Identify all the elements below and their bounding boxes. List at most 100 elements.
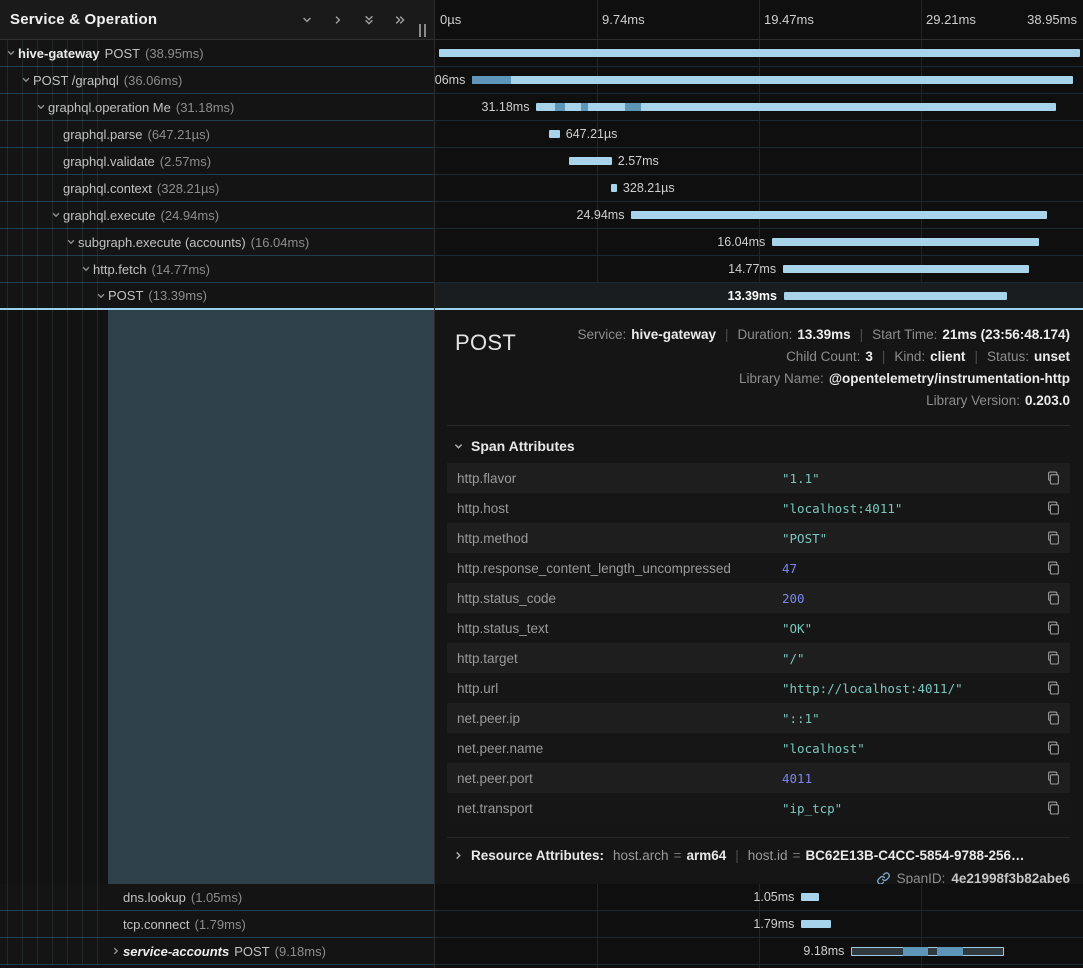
span-bar-segment (903, 947, 927, 956)
span-bar[interactable] (772, 238, 1039, 246)
expand-all-icon[interactable] (394, 14, 406, 26)
span-tree-bottom: dns.lookup (1.05ms) tcp.connect(1.79ms)ser… (0, 884, 434, 965)
detail-span-title: POST (447, 324, 516, 356)
chevron-down-icon[interactable] (34, 102, 48, 112)
divider (447, 425, 1070, 426)
span-bar[interactable] (631, 211, 1047, 219)
resource-attributes-title: Resource Attributes: (471, 848, 604, 863)
copy-icon[interactable] (1042, 771, 1060, 785)
span-bar[interactable] (801, 920, 831, 928)
timeline-tick: 9.74ms (602, 12, 645, 27)
service-name: hive-gateway (18, 46, 100, 61)
timeline-tick: 19.47ms (764, 12, 814, 27)
span-attributes-header[interactable]: Span Attributes (453, 438, 1070, 454)
attribute-value: "http://localhost:4011/" (782, 681, 1042, 696)
chevron-down-icon[interactable] (79, 264, 93, 274)
chevron-down-icon[interactable] (49, 210, 63, 220)
span-tree-row[interactable]: graphql.execute(24.94ms) (0, 202, 434, 229)
span-bar[interactable] (439, 49, 1080, 57)
span-tree-row[interactable]: subgraph.execute (accounts)(16.04ms) (0, 229, 434, 256)
attribute-value: 4011 (782, 771, 1042, 786)
collapse-all-icon[interactable] (363, 14, 375, 26)
attribute-value: "POST" (782, 531, 1042, 546)
span-tree-row[interactable]: graphql.context(328.21µs) (0, 175, 434, 202)
span-tree-row[interactable]: http.fetch(14.77ms) (0, 256, 434, 283)
chevron-right-icon[interactable] (109, 946, 123, 956)
timeline-row[interactable]: 328.21µs (435, 175, 1083, 202)
chevron-down-icon[interactable] (94, 291, 108, 301)
timeline-tick: 29.21ms (926, 12, 976, 27)
bar-duration-label: 9.18ms (803, 938, 844, 964)
span-id-label: SpanID: (897, 871, 946, 884)
copy-icon[interactable] (1042, 621, 1060, 635)
operation-name: dns.lookup (123, 890, 186, 905)
span-tree-row[interactable]: graphql.validate(2.57ms) (0, 148, 434, 175)
span-bar[interactable] (851, 947, 1004, 956)
attribute-key: http.flavor (457, 471, 782, 486)
copy-icon[interactable] (1042, 801, 1060, 815)
selected-span-detail-block (108, 310, 434, 884)
span-bar[interactable] (801, 893, 818, 901)
copy-icon[interactable] (1042, 561, 1060, 575)
span-tree-row[interactable]: graphql.operation Me (31.18ms) (0, 94, 434, 121)
resource-attributes-row[interactable]: Resource Attributes: host.arch=arm64|hos… (447, 837, 1070, 863)
copy-icon[interactable] (1042, 531, 1060, 545)
tree-header-actions (301, 14, 406, 26)
chevron-down-icon[interactable] (4, 48, 18, 58)
span-tree-row[interactable]: POST /graphql(36.06ms) (0, 67, 434, 94)
bar-duration-label: 24.94ms (577, 202, 625, 228)
span-tree-row[interactable]: POST(13.39ms) (0, 283, 434, 310)
timeline-row[interactable]: 9.18ms (435, 938, 1083, 965)
timeline-row[interactable]: 647.21µs (435, 121, 1083, 148)
attribute-key: net.peer.port (457, 771, 782, 786)
operation-name: POST /graphql (33, 73, 119, 88)
timeline-row[interactable]: 36.06ms (435, 67, 1083, 94)
operation-name: graphql.operation Me (48, 100, 171, 115)
timeline-row[interactable]: 14.77ms (435, 256, 1083, 283)
copy-icon[interactable] (1042, 591, 1060, 605)
timeline-row[interactable]: 2.57ms (435, 148, 1083, 175)
timeline-row[interactable]: 24.94ms (435, 202, 1083, 229)
span-tree-row[interactable]: service-accountsPOST(9.18ms) (0, 938, 434, 965)
span-detail-panel: POST Service:hive-gateway|Duration:13.39… (435, 310, 1083, 884)
copy-icon[interactable] (1042, 651, 1060, 665)
link-icon[interactable] (876, 871, 891, 884)
timeline-row[interactable]: 16.04ms (435, 229, 1083, 256)
span-bar[interactable] (536, 103, 1056, 111)
span-duration: (31.18ms) (176, 100, 235, 115)
timeline-row[interactable]: 13.39ms (435, 283, 1083, 310)
attribute-row: net.peer.name"localhost" (447, 733, 1070, 763)
span-tree-row[interactable]: dns.lookup (1.05ms) (0, 884, 434, 911)
collapse-children-icon[interactable] (301, 14, 313, 26)
copy-icon[interactable] (1042, 681, 1060, 695)
copy-icon[interactable] (1042, 711, 1060, 725)
meta-line: Library Version:0.203.0 (577, 390, 1070, 412)
span-bar[interactable] (569, 157, 612, 165)
span-bar-segment (937, 947, 963, 956)
span-bar[interactable] (611, 184, 616, 192)
span-tree-row[interactable]: tcp.connect(1.79ms) (0, 911, 434, 938)
timeline-row[interactable]: 31.18ms (435, 94, 1083, 121)
resource-value: arm64 (686, 848, 726, 863)
chevron-down-icon[interactable] (19, 75, 33, 85)
timeline-row[interactable]: 1.05ms (435, 884, 1083, 911)
span-bar[interactable] (472, 76, 1073, 84)
attribute-key: http.method (457, 531, 782, 546)
timeline-row[interactable]: 1.79ms (435, 911, 1083, 938)
detail-header: POST Service:hive-gateway|Duration:13.39… (447, 324, 1070, 412)
copy-icon[interactable] (1042, 471, 1060, 485)
span-duration: (1.05ms) (191, 890, 242, 905)
copy-icon[interactable] (1042, 741, 1060, 755)
timeline-row[interactable] (435, 40, 1083, 67)
span-bar[interactable] (783, 265, 1029, 273)
span-tree-row[interactable]: hive-gatewayPOST(38.95ms) (0, 40, 434, 67)
attribute-row: http.host"localhost:4011" (447, 493, 1070, 523)
span-tree-row[interactable]: graphql.parse(647.21µs) (0, 121, 434, 148)
expand-children-icon[interactable] (332, 14, 344, 26)
span-bar[interactable] (784, 292, 1007, 300)
chevron-down-icon[interactable] (64, 237, 78, 247)
span-bar[interactable] (549, 130, 560, 138)
span-duration: (1.79ms) (195, 917, 246, 932)
copy-icon[interactable] (1042, 501, 1060, 515)
panel-resize-handle[interactable] (419, 24, 426, 37)
